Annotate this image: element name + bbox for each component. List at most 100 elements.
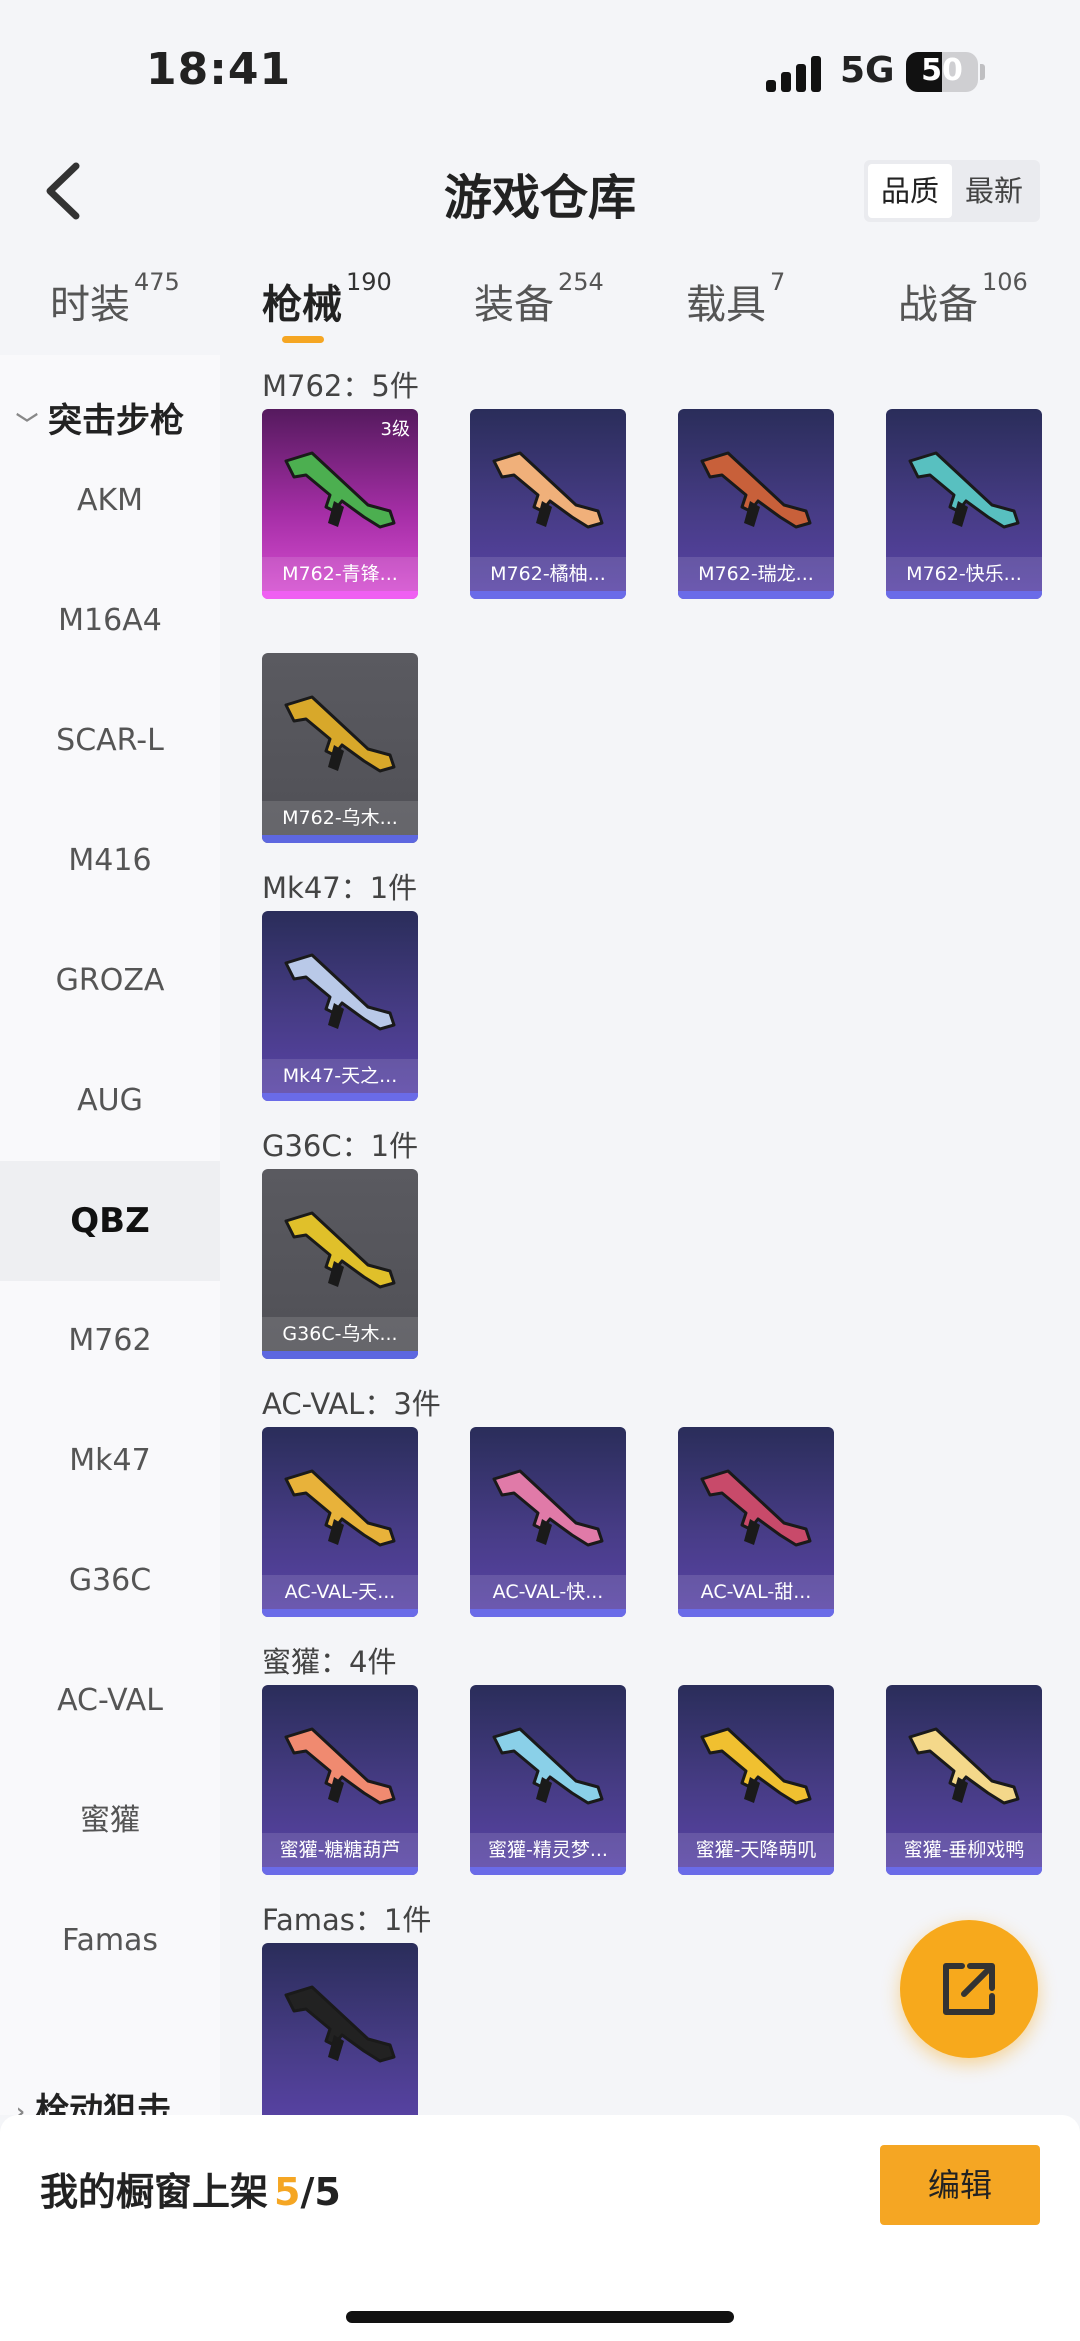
skin-name: G36C-乌木... xyxy=(262,1317,418,1351)
tab-label: 枪械 xyxy=(262,282,342,328)
skin-name: Mk47-天之... xyxy=(262,1059,418,1093)
skin-card[interactable]: G36C-乌木... xyxy=(262,1169,418,1359)
gun-skin-image xyxy=(492,451,604,529)
skin-card[interactable]: M762-橘柚... xyxy=(470,409,626,599)
skin-card[interactable]: AC-VAL-甜... xyxy=(678,1427,834,1617)
skin-card[interactable]: AC-VAL-天... xyxy=(262,1427,418,1617)
sidebar-group-assault-rifles[interactable]: ﹀ 突击步枪 xyxy=(16,393,184,442)
gun-skin-image xyxy=(284,953,396,1031)
tab-count: 190 xyxy=(346,268,392,296)
skin-card[interactable]: 3级 M762-青锋... xyxy=(262,409,418,599)
battery-icon: 50 xyxy=(906,52,978,92)
skin-card[interactable]: 蜜獾-精灵梦... xyxy=(470,1685,626,1875)
section-title: Famas：1件 xyxy=(262,1903,432,1937)
section-title: G36C：1件 xyxy=(262,1129,419,1163)
gun-skin-image xyxy=(908,1727,1020,1805)
tab-count: 475 xyxy=(134,268,180,296)
tab-label: 载具 xyxy=(686,282,766,328)
skin-name: AC-VAL-天... xyxy=(262,1575,418,1609)
sidebar-group-label: 突击步枪 xyxy=(48,401,185,441)
sort-newest-button[interactable]: 最新 xyxy=(952,164,1036,218)
gun-skin-image xyxy=(492,1469,604,1547)
gun-skin-image xyxy=(908,451,1020,529)
gun-skin-image xyxy=(284,1985,396,2063)
sidebar: ﹀ 突击步枪 AKM M16A4 SCAR-L M416 GROZA AUG QB… xyxy=(0,355,220,2115)
skin-card[interactable]: M762-快乐... xyxy=(886,409,1042,599)
gun-skin-image xyxy=(284,1469,396,1547)
tab-tactical-gear[interactable]: 战备 106 xyxy=(898,268,1028,330)
sidebar-item-groza[interactable]: GROZA xyxy=(0,921,220,1041)
skin-name: AC-VAL-快... xyxy=(470,1575,626,1609)
skin-card[interactable]: M762-乌木... xyxy=(262,653,418,843)
gun-skin-image xyxy=(700,451,812,529)
tab-count: 7 xyxy=(770,268,786,296)
sidebar-item-mk47[interactable]: Mk47 xyxy=(0,1401,220,1521)
skin-name: 蜜獾-糖糖葫芦 xyxy=(262,1833,418,1867)
share-icon xyxy=(943,1963,995,2015)
rarity-bar xyxy=(678,591,834,599)
edit-button[interactable]: 编辑 xyxy=(880,2145,1040,2225)
showcase-total-count: /5 xyxy=(300,2170,341,2214)
tab-equipment[interactable]: 装备 254 xyxy=(474,268,604,330)
gun-skin-image xyxy=(700,1469,812,1547)
section-title: AC-VAL：3件 xyxy=(262,1387,441,1421)
tab-count: 106 xyxy=(982,268,1028,296)
skin-card[interactable]: M762-瑞龙... xyxy=(678,409,834,599)
active-tab-indicator xyxy=(282,336,324,343)
section-title: M762：5件 xyxy=(262,369,419,403)
skin-card[interactable]: AC-VAL-快... xyxy=(470,1427,626,1617)
section-title: Mk47：1件 xyxy=(262,871,418,905)
showcase-current-count: 5 xyxy=(274,2170,301,2214)
rarity-bar xyxy=(678,1867,834,1875)
status-time: 18:41 xyxy=(146,44,292,95)
skin-card[interactable]: 蜜獾-天降萌叽 xyxy=(678,1685,834,1875)
skin-name: M762-橘柚... xyxy=(470,557,626,591)
skin-name: M762-青锋... xyxy=(262,557,418,591)
rarity-bar xyxy=(262,835,418,843)
rarity-bar xyxy=(886,591,1042,599)
skin-name: M762-快乐... xyxy=(886,557,1042,591)
tab-label: 装备 xyxy=(474,282,554,328)
rarity-bar xyxy=(262,1351,418,1359)
sidebar-item-famas[interactable]: Famas xyxy=(0,1881,220,2001)
sidebar-item-ac-val[interactable]: AC-VAL xyxy=(0,1641,220,1761)
skin-card[interactable] xyxy=(262,1943,418,2115)
skin-name: 蜜獾-精灵梦... xyxy=(470,1833,626,1867)
tab-firearms[interactable]: 枪械 190 xyxy=(262,268,392,330)
sidebar-item-g36c[interactable]: G36C xyxy=(0,1521,220,1641)
sidebar-item-scar-l[interactable]: SCAR-L xyxy=(0,681,220,801)
sort-quality-button[interactable]: 品质 xyxy=(868,164,952,218)
skin-name: M762-瑞龙... xyxy=(678,557,834,591)
sidebar-item-aug[interactable]: AUG xyxy=(0,1041,220,1161)
sidebar-item-honey-badger[interactable]: 蜜獾 xyxy=(0,1761,220,1881)
skin-name: AC-VAL-甜... xyxy=(678,1575,834,1609)
sidebar-item-m16a4[interactable]: M16A4 xyxy=(0,561,220,681)
skin-grid: M762：5件 3级 M762-青锋... M762-橘柚... M762-瑞龙... M… xyxy=(220,355,1080,2115)
rarity-bar xyxy=(262,1093,418,1101)
skin-card[interactable]: 蜜獾-糖糖葫芦 xyxy=(262,1685,418,1875)
skin-card[interactable]: 蜜獾-垂柳戏鸭 xyxy=(886,1685,1042,1875)
gun-skin-image xyxy=(284,1727,396,1805)
share-button[interactable] xyxy=(900,1920,1038,2058)
network-type: 5G xyxy=(840,50,895,91)
sidebar-item-m762[interactable]: M762 xyxy=(0,1281,220,1401)
rarity-bar xyxy=(262,1867,418,1875)
sidebar-group-label: 栓动狙击 xyxy=(35,2091,172,2115)
gun-skin-image xyxy=(284,695,396,773)
sidebar-item-akm[interactable]: AKM xyxy=(0,441,220,561)
sidebar-item-m416[interactable]: M416 xyxy=(0,801,220,921)
tab-fashion[interactable]: 时装 475 xyxy=(50,268,180,330)
showcase-status: 我的橱窗上架 5/5 xyxy=(40,2161,341,2216)
section-title: 蜜獾：4件 xyxy=(262,1645,397,1679)
rarity-bar xyxy=(886,1867,1042,1875)
skin-card[interactable]: Mk47-天之... xyxy=(262,911,418,1101)
skin-name: 蜜獾-垂柳戏鸭 xyxy=(886,1833,1042,1867)
tab-vehicles[interactable]: 载具 7 xyxy=(686,268,785,330)
chevron-right-icon: › xyxy=(16,2100,26,2115)
rarity-bar xyxy=(678,1609,834,1617)
sidebar-item-qbz[interactable]: QBZ xyxy=(0,1161,220,1281)
sidebar-group-bolt-action-sniper[interactable]: › 栓动狙击 xyxy=(16,2083,171,2115)
rarity-bar xyxy=(262,1609,418,1617)
level-badge: 3级 xyxy=(380,419,410,440)
home-indicator[interactable] xyxy=(346,2311,734,2323)
